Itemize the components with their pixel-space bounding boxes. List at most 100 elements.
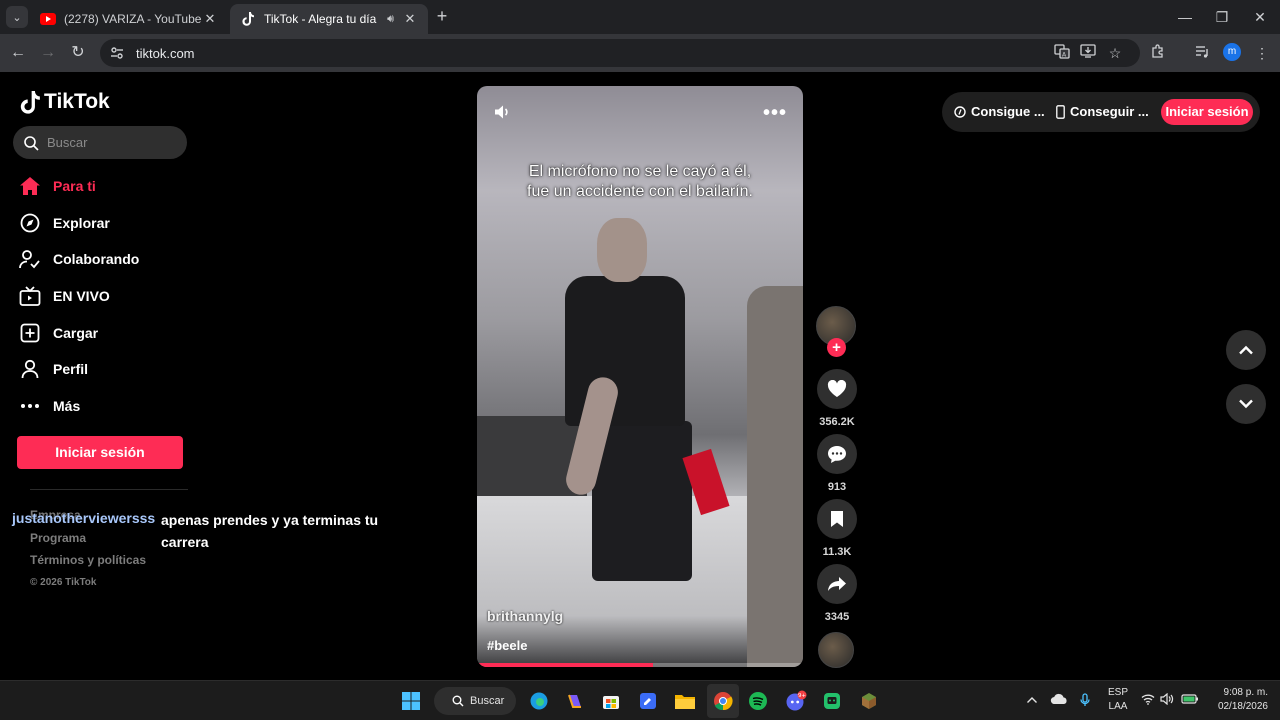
volume-tray-icon[interactable] xyxy=(1160,692,1174,708)
url-text: tiktok.com xyxy=(136,45,195,61)
spotify-icon[interactable] xyxy=(745,688,771,714)
next-video-button[interactable] xyxy=(1226,384,1266,424)
sidebar-item-label: Perfil xyxy=(53,361,89,378)
extensions-icon[interactable] xyxy=(1148,43,1168,63)
sidebar-item-label: Cargar xyxy=(53,324,99,341)
save-action[interactable]: 11.3K xyxy=(817,499,857,558)
system-clock[interactable]: 9:08 p. m. 02/18/2026 xyxy=(1208,686,1268,714)
search-icon xyxy=(452,695,464,707)
address-bar[interactable]: tiktok.com xyxy=(100,39,1140,67)
share-action[interactable]: 3345 xyxy=(817,564,857,623)
video-dancer xyxy=(747,286,803,667)
tab-tiktok[interactable]: TikTok - Alegra tu día 🔊︎ ✕ xyxy=(230,4,428,34)
profile-icon xyxy=(18,357,42,381)
wifi-icon[interactable] xyxy=(1141,693,1155,708)
discord-badge-count: 9+ xyxy=(798,693,806,699)
sidebar-nav: Para ti Explorar Colaborando EN VIVO Car… xyxy=(18,168,139,424)
sidebar-item-perfil[interactable]: Perfil xyxy=(18,351,139,388)
get-app-label: Conseguir ... xyxy=(1070,104,1149,119)
comment-icon[interactable] xyxy=(817,434,857,474)
volume-icon[interactable] xyxy=(493,103,511,126)
close-window-icon[interactable]: ✕ xyxy=(1245,6,1275,28)
sidebar-item-explorar[interactable]: Explorar xyxy=(18,205,139,242)
video-performer-head xyxy=(597,218,647,282)
chrome-icon[interactable] xyxy=(710,688,736,714)
video-progress-fill xyxy=(477,663,654,667)
onedrive-cloud-icon[interactable] xyxy=(1050,693,1068,708)
tray-overflow-chevron-icon[interactable] xyxy=(1026,693,1038,707)
video-more-options-icon[interactable]: ••• xyxy=(763,102,787,125)
upload-icon xyxy=(18,321,42,345)
follow-plus-icon[interactable]: + xyxy=(827,338,846,357)
tiktok-page: TikTok Buscar Para ti Explorar Colaboran… xyxy=(0,72,1280,680)
profile-avatar[interactable]: m xyxy=(1223,43,1241,61)
keyboard-layout: LAA xyxy=(1108,701,1128,712)
tiktok-icon xyxy=(240,11,256,27)
browser-menu-icon[interactable]: ⋮ xyxy=(1252,43,1272,63)
windows-taskbar: Buscar 9+ ESP LAA 9:08 p. m. 02/18/2026 xyxy=(0,680,1280,720)
minecraft-icon[interactable] xyxy=(856,688,882,714)
previous-video-button[interactable] xyxy=(1226,330,1266,370)
footer-link-programa[interactable]: Programa xyxy=(30,527,146,550)
discord-icon[interactable]: 9+ xyxy=(783,688,809,714)
search-placeholder: Buscar xyxy=(47,135,88,150)
microsoft-store-icon[interactable] xyxy=(598,688,624,714)
sidebar-login-button[interactable]: Iniciar sesión xyxy=(17,436,183,469)
action-bar: + 356.2K 913 11.3K 3345 xyxy=(816,306,858,668)
media-controls-icon[interactable] xyxy=(1192,43,1212,63)
battery-icon[interactable] xyxy=(1181,693,1199,708)
file-explorer-icon[interactable] xyxy=(672,688,698,714)
keyboard-language[interactable]: ESP LAA xyxy=(1104,686,1132,714)
edge-icon[interactable] xyxy=(526,688,552,714)
sound-disc-avatar[interactable] xyxy=(818,632,854,668)
notes-app-icon[interactable] xyxy=(635,688,661,714)
close-tab-icon[interactable]: ✕ xyxy=(202,11,218,27)
sidebar-item-label: Colaborando xyxy=(53,251,140,268)
heart-icon[interactable] xyxy=(817,369,857,409)
tab-search-button[interactable]: ⌄ xyxy=(6,6,28,28)
sidebar-item-para-ti[interactable]: Para ti xyxy=(18,168,139,205)
video-author[interactable]: brithannylg xyxy=(487,608,563,624)
minimize-icon[interactable]: — xyxy=(1170,6,1200,28)
share-arrow-icon[interactable] xyxy=(817,564,857,604)
more-dots-icon xyxy=(18,394,42,418)
tab-youtube[interactable]: (2278) VARIZA - YouTube ✕ xyxy=(30,4,228,34)
overlay-comment-user: justanotherviewersss xyxy=(12,510,156,526)
bookmark-icon[interactable] xyxy=(817,499,857,539)
microphone-icon[interactable] xyxy=(1080,693,1090,710)
forward-icon[interactable]: → xyxy=(37,42,59,64)
translate-icon[interactable]: A xyxy=(1052,43,1072,63)
sidebar-item-cargar[interactable]: Cargar xyxy=(18,314,139,351)
video-hashtag[interactable]: #beele xyxy=(487,638,527,653)
search-input[interactable]: Buscar xyxy=(13,126,187,159)
taskbar-search[interactable]: Buscar xyxy=(434,687,516,715)
comment-action[interactable]: 913 xyxy=(817,434,857,493)
reload-icon[interactable]: ↻ xyxy=(67,42,89,64)
chat-app-icon[interactable] xyxy=(819,688,845,714)
top-right-actions: Consigue ... Conseguir ... Iniciar sesió… xyxy=(942,92,1260,132)
get-app-button[interactable]: Conseguir ... xyxy=(1056,104,1149,119)
back-icon[interactable]: ← xyxy=(7,42,29,64)
like-action[interactable]: 356.2K xyxy=(817,369,857,428)
header-login-button[interactable]: Iniciar sesión xyxy=(1161,99,1253,125)
new-tab-button[interactable]: + xyxy=(432,6,452,26)
windows-start-icon[interactable] xyxy=(398,688,424,714)
home-icon xyxy=(18,174,42,198)
bookmark-star-icon[interactable]: ☆ xyxy=(1105,43,1125,63)
footer-link-terminos[interactable]: Términos y políticas xyxy=(30,549,146,572)
close-tab-icon[interactable]: ✕ xyxy=(402,11,418,27)
tiktok-logo[interactable]: TikTok xyxy=(20,90,110,114)
youtube-icon xyxy=(40,11,56,27)
like-count: 356.2K xyxy=(819,416,855,428)
site-info-icon[interactable] xyxy=(110,45,126,61)
restore-icon[interactable]: ❐ xyxy=(1207,6,1237,28)
sidebar-item-colaborando[interactable]: Colaborando xyxy=(18,241,139,278)
copilot-icon[interactable] xyxy=(562,688,588,714)
video-player[interactable]: ••• El micrófono no se le cayó a él, fue… xyxy=(477,86,803,667)
sidebar-item-mas[interactable]: Más xyxy=(18,388,139,425)
speaker-icon[interactable]: 🔊︎ xyxy=(387,13,394,26)
install-app-icon[interactable] xyxy=(1078,43,1098,63)
live-tv-icon xyxy=(18,284,42,308)
sidebar-item-en-vivo[interactable]: EN VIVO xyxy=(18,278,139,315)
get-coins-button[interactable]: Consigue ... xyxy=(954,104,1045,119)
